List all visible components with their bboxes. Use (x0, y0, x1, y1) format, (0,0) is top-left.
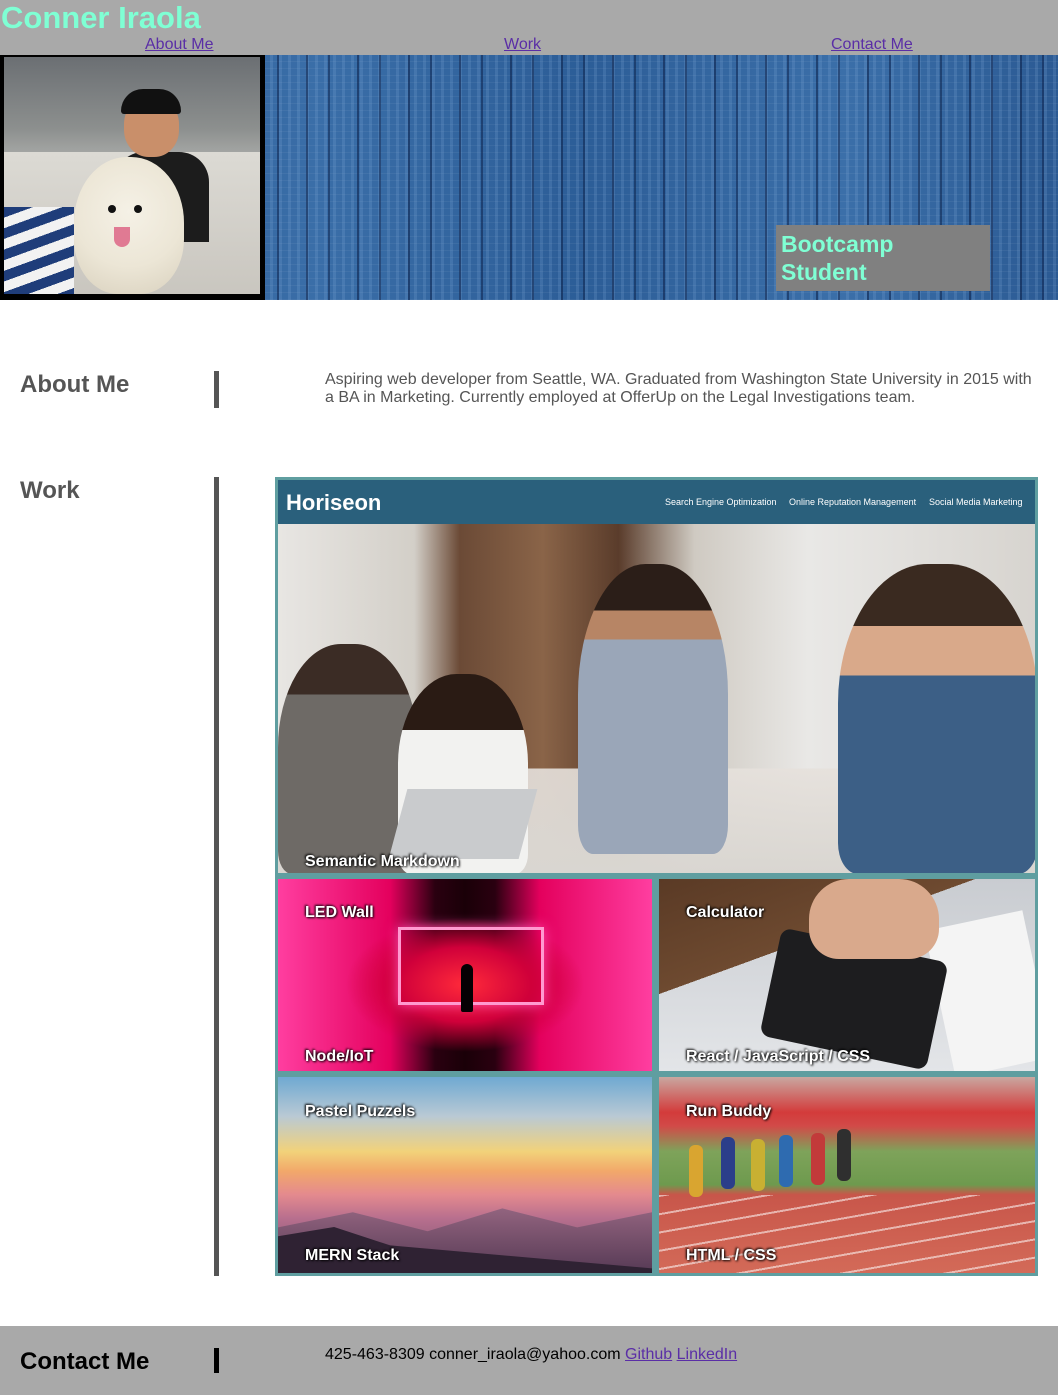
project-image-horiseon (278, 524, 1035, 873)
horiseon-header: Horiseon Search Engine Optimization Onli… (278, 480, 1035, 524)
hero-banner: Bootcamp Student (0, 55, 1058, 300)
project-card-calculator[interactable]: Calculator React / JavaScript / CSS (659, 879, 1035, 1071)
site-title: Conner Iraola (1, 0, 201, 35)
contact-footer: Contact Me 425-463-8309 conner_iraola@ya… (0, 1326, 1058, 1395)
contact-details: 425-463-8309 conner_iraola@yahoo.com Git… (325, 1346, 737, 1364)
project-tech: HTML / CSS (686, 1247, 777, 1264)
work-grid: Horiseon Search Engine Optimization Onli… (275, 477, 1038, 1276)
nav-link-about-me[interactable]: About Me (145, 36, 213, 54)
about-text: Aspiring web developer from Seattle, WA.… (325, 371, 1032, 406)
contact-divider (214, 1348, 219, 1373)
horiseon-nav-item: Search Engine Optimization (665, 497, 777, 507)
nav-link-contact-me[interactable]: Contact Me (831, 36, 913, 54)
project-card-run-buddy[interactable]: Run Buddy HTML / CSS (659, 1077, 1035, 1273)
project-title: Pastel Puzzels (305, 1103, 416, 1120)
horiseon-nav-item: Social Media Marketing (929, 497, 1023, 507)
horiseon-nav-item: Online Reputation Management (789, 497, 917, 507)
project-title: Calculator (686, 904, 765, 921)
profile-photo-frame (0, 55, 265, 300)
nav-link-work[interactable]: Work (504, 36, 541, 54)
tagline: Bootcamp Student (781, 231, 894, 285)
horiseon-logo: Horiseon (286, 490, 382, 515)
contact-phone: 425-463-8309 (325, 1346, 425, 1363)
tagline-box: Bootcamp Student (776, 225, 990, 291)
project-card-led-wall[interactable]: LED Wall Node/IoT (278, 879, 652, 1071)
github-link[interactable]: Github (625, 1346, 672, 1363)
work-divider (214, 477, 219, 1276)
project-tech: Node/IoT (305, 1048, 374, 1065)
about-divider (214, 371, 219, 408)
project-caption: Semantic Markdown (305, 853, 460, 870)
contact-heading: Contact Me (20, 1348, 150, 1375)
linkedin-link[interactable]: LinkedIn (677, 1346, 738, 1363)
project-tech: MERN Stack (305, 1247, 400, 1264)
work-heading: Work (20, 477, 80, 504)
contact-email: conner_iraola@yahoo.com (429, 1346, 621, 1363)
project-card-horiseon[interactable]: Horiseon Search Engine Optimization Onli… (278, 480, 1035, 873)
project-title: LED Wall (305, 904, 374, 921)
profile-photo (4, 57, 260, 294)
site-header: Conner Iraola About Me Work Contact Me (0, 0, 1058, 55)
project-card-pastel-puzzels[interactable]: Pastel Puzzels MERN Stack (278, 1077, 652, 1273)
main-nav: About Me Work Contact Me (0, 36, 1058, 54)
project-tech: React / JavaScript / CSS (686, 1048, 871, 1065)
about-heading: About Me (20, 371, 130, 398)
project-title: Run Buddy (686, 1103, 772, 1120)
